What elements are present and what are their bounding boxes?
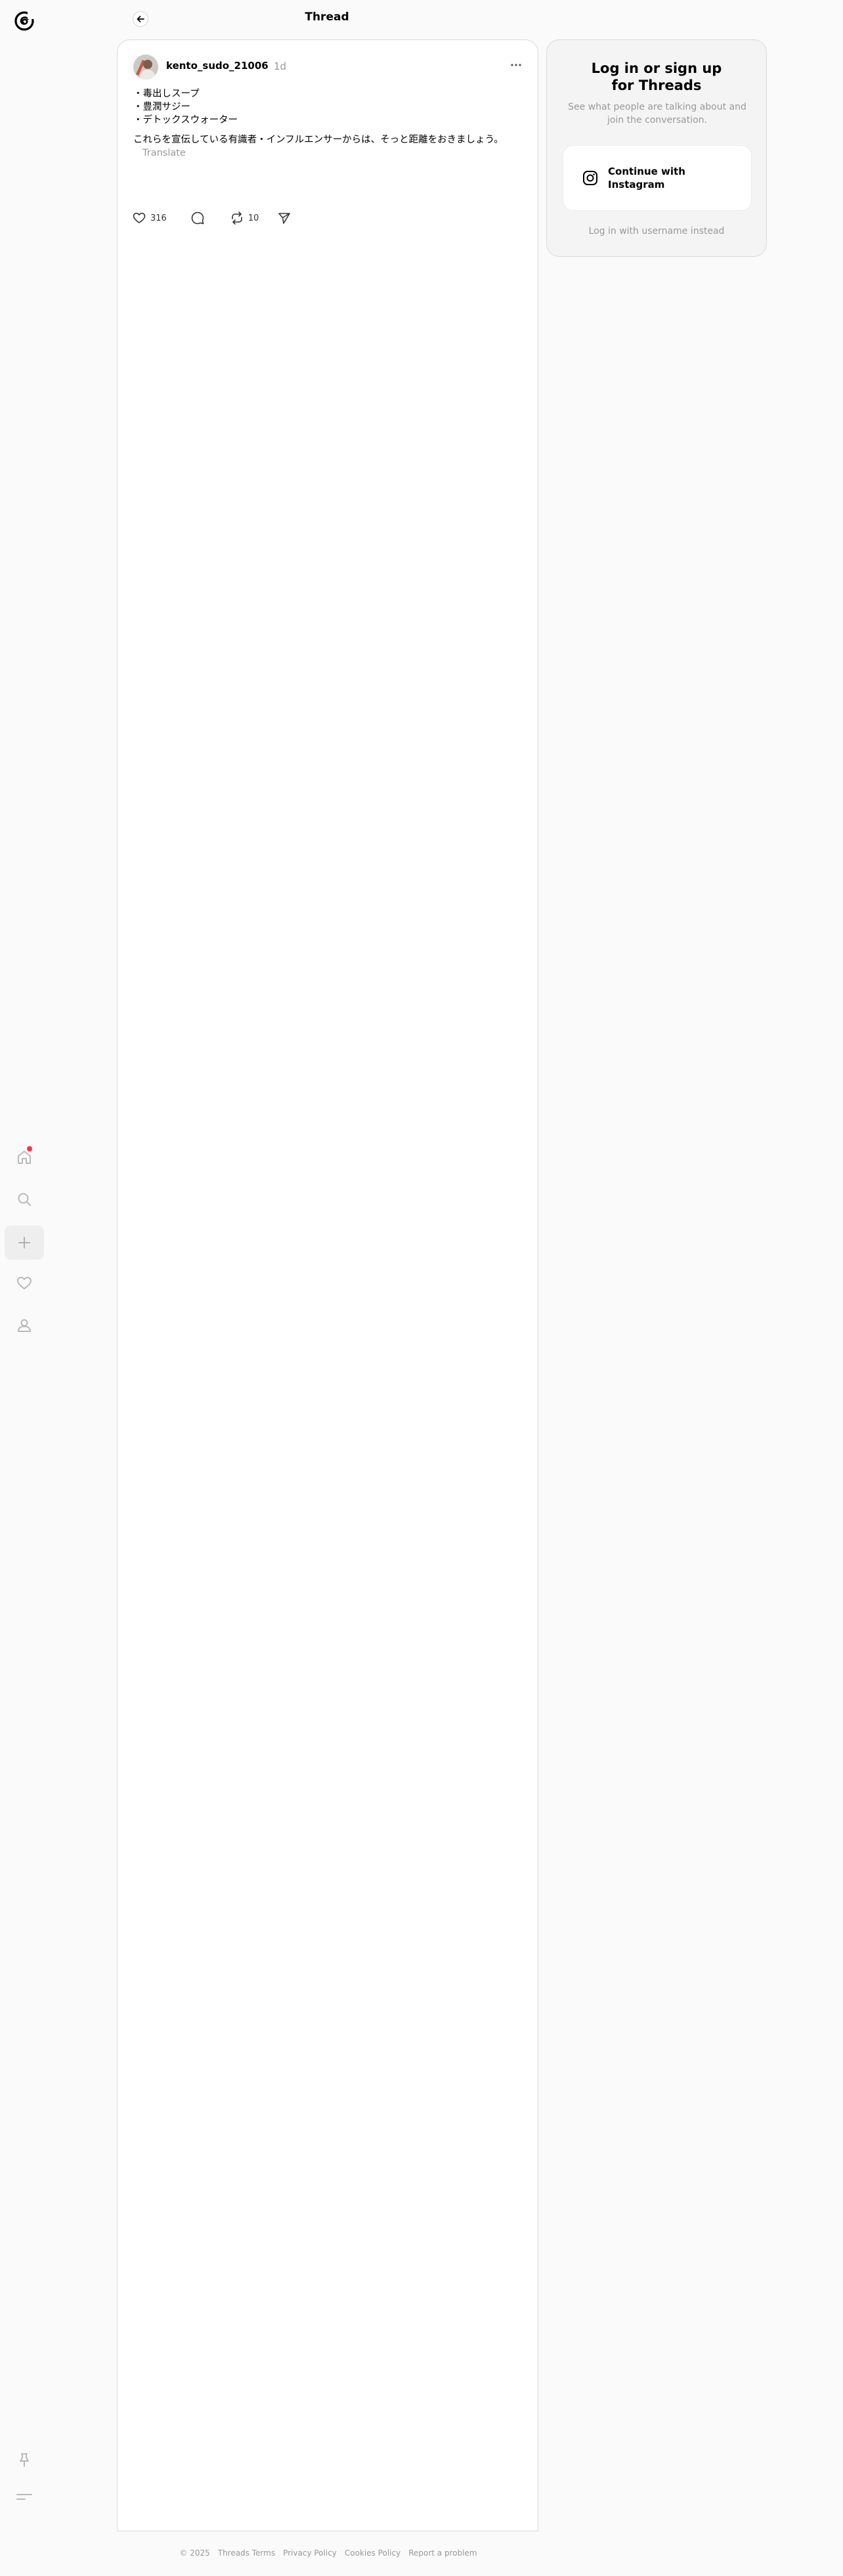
comment-icon bbox=[191, 211, 204, 225]
instagram-icon bbox=[583, 171, 597, 185]
create-icon bbox=[18, 1237, 30, 1249]
nav-activity[interactable] bbox=[5, 1266, 44, 1300]
footer-link-terms[interactable]: Threads Terms bbox=[218, 2548, 275, 2558]
post-timestamp[interactable]: 1d bbox=[274, 60, 286, 72]
nav-create[interactable] bbox=[5, 1226, 44, 1260]
back-button[interactable] bbox=[133, 11, 148, 27]
activity-heart-icon bbox=[17, 1277, 32, 1289]
pin-icon bbox=[20, 2453, 29, 2467]
nav-home[interactable] bbox=[5, 1140, 44, 1174]
translate-link[interactable]: Translate bbox=[142, 148, 186, 158]
nav-profile[interactable] bbox=[5, 1308, 44, 1343]
home-icon bbox=[18, 1151, 31, 1164]
search-icon bbox=[18, 1193, 31, 1206]
more-options-button[interactable] bbox=[506, 57, 526, 73]
arrow-left-icon bbox=[137, 16, 144, 22]
post-username[interactable]: kento_sudo_21006 bbox=[166, 60, 269, 72]
like-count: 316 bbox=[150, 213, 167, 223]
menu-icon bbox=[16, 2494, 32, 2500]
repost-button[interactable]: 10 bbox=[230, 211, 259, 225]
reply-button[interactable] bbox=[190, 211, 205, 225]
footer: © 2025 Threads Terms Privacy Policy Cook… bbox=[0, 2548, 657, 2558]
login-panel: Log in or sign up for Threads See what p… bbox=[546, 39, 767, 257]
footer-link-report[interactable]: Report a problem bbox=[408, 2548, 477, 2558]
post-paragraph: これらを宣伝している有識者・インフルエンサーからは、そっと距離をおきましょう。 T… bbox=[133, 133, 514, 160]
like-button[interactable]: 316 bbox=[132, 211, 167, 225]
login-subtitle: See what people are talking about and jo… bbox=[568, 102, 746, 125]
post-line: ・毒出しスープ bbox=[133, 89, 200, 99]
repost-icon bbox=[232, 211, 242, 225]
thread-card: kento_sudo_21006 1d ・毒出しスープ ・豊潤サジー ・デトック… bbox=[117, 39, 538, 2531]
post-actions: 316 10 bbox=[132, 210, 292, 227]
heart-icon bbox=[133, 212, 146, 223]
repost-count: 10 bbox=[248, 213, 259, 223]
instagram-button-label: Continue with Instagram bbox=[608, 166, 685, 190]
share-icon bbox=[278, 213, 291, 224]
page: Thread kento_sudo_21006 1d ・毒出しスープ ・豊潤サジ… bbox=[0, 0, 843, 2576]
avatar[interactable] bbox=[133, 55, 158, 79]
footer-link-privacy[interactable]: Privacy Policy bbox=[283, 2548, 337, 2558]
continue-with-instagram-button[interactable]: Continue with Instagram bbox=[563, 145, 752, 211]
nav-search[interactable] bbox=[5, 1182, 44, 1216]
login-title-line-1: Log in or sign up bbox=[591, 60, 722, 76]
post-line: ・デトックスウォーター bbox=[133, 115, 238, 125]
profile-icon bbox=[18, 1319, 31, 1332]
threads-logo-icon[interactable] bbox=[12, 9, 37, 33]
notification-dot bbox=[27, 1146, 32, 1151]
page-title: Thread bbox=[305, 11, 349, 24]
footer-link-cookies[interactable]: Cookies Policy bbox=[345, 2548, 400, 2558]
post-line: ・豊潤サジー bbox=[133, 102, 190, 112]
menu-button[interactable] bbox=[14, 2488, 34, 2505]
post-body: ・毒出しスープ ・豊潤サジー ・デトックスウォーター これらを宣伝している有識者… bbox=[133, 87, 514, 160]
post-paragraph-text: これらを宣伝している有識者・インフルエンサーからは、そっと距離をおきましょう。 bbox=[133, 135, 504, 145]
share-button[interactable] bbox=[277, 211, 292, 225]
footer-copyright: © 2025 bbox=[179, 2548, 210, 2558]
login-title-line-2: for Threads bbox=[611, 78, 702, 93]
left-rail bbox=[0, 0, 49, 2576]
username-login-link[interactable]: Log in with username instead bbox=[547, 226, 766, 236]
login-title: Log in or sign up for Threads bbox=[547, 60, 766, 94]
pin-button[interactable] bbox=[16, 2451, 33, 2468]
more-icon bbox=[511, 64, 521, 66]
